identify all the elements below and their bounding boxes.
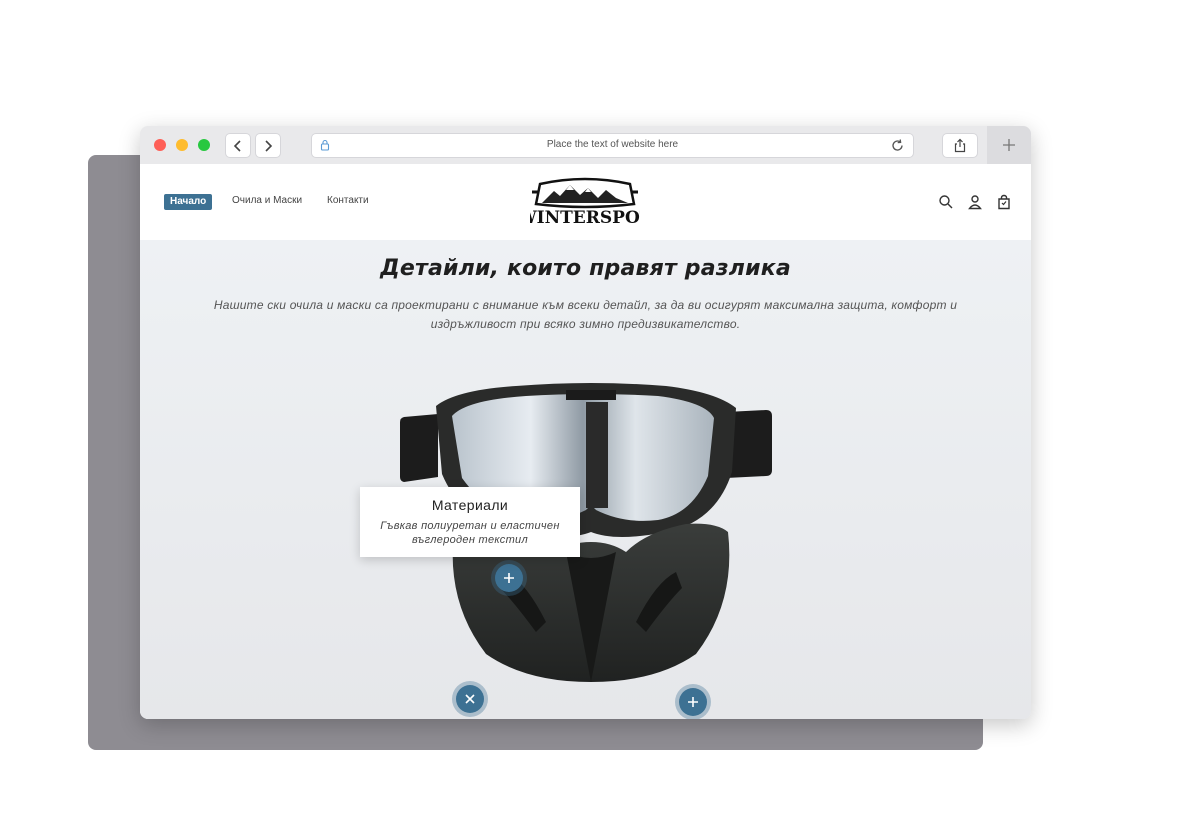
account-icon[interactable] — [967, 194, 983, 210]
tooltip-title: Материали — [431, 497, 509, 513]
cart-icon[interactable] — [996, 194, 1012, 210]
close-icon — [465, 694, 475, 704]
forward-button[interactable] — [256, 134, 280, 157]
maximize-window-button[interactable] — [198, 139, 210, 151]
share-icon — [954, 138, 966, 153]
hotspot-lens[interactable] — [495, 564, 523, 592]
materials-tooltip: Материали Гъвкав полиуретан и еластичен … — [360, 487, 580, 557]
share-button[interactable] — [943, 134, 977, 157]
hotspot-materials-open[interactable] — [456, 685, 484, 713]
tooltip-text: Гъвкав полиуретан и еластичен въглероден… — [380, 520, 560, 546]
nav-link-contacts[interactable]: Контакти — [327, 195, 369, 206]
browser-toolbar: Place the text of website here — [140, 126, 1031, 165]
minimize-window-button[interactable] — [176, 139, 188, 151]
site-header: Начало Очила и Маски Контакти WINTERSPOT — [140, 164, 1031, 240]
winterspot-logo[interactable]: WINTERSPOT — [530, 176, 640, 232]
hotspot-side[interactable] — [679, 688, 707, 716]
plus-icon — [688, 697, 698, 707]
browser-window: Place the text of website here Начало Оч… — [140, 126, 1031, 719]
address-text: Place the text of website here — [546, 139, 679, 150]
nav-link-home[interactable]: Начало — [164, 194, 213, 210]
section-heading: Детайли, които правят разлика — [380, 256, 791, 281]
section-description: Нашите ски очила и маски са проектирани … — [213, 298, 958, 331]
search-icon[interactable] — [938, 194, 954, 210]
close-window-button[interactable] — [154, 139, 166, 151]
back-button[interactable] — [226, 134, 250, 157]
plus-icon — [1003, 139, 1015, 151]
address-bar[interactable]: Place the text of website here — [312, 134, 913, 157]
details-section: Детайли, които правят разлика Нашите ски… — [140, 240, 1031, 719]
chevron-left-icon — [233, 139, 241, 152]
chevron-right-icon — [265, 139, 273, 152]
nav-link-goggles-masks[interactable]: Очила и Маски — [232, 195, 302, 206]
logo-wordmark: WINTERSPOT — [530, 208, 640, 228]
plus-icon — [504, 573, 514, 583]
new-tab-button[interactable] — [987, 126, 1031, 164]
reload-icon[interactable] — [890, 138, 905, 153]
